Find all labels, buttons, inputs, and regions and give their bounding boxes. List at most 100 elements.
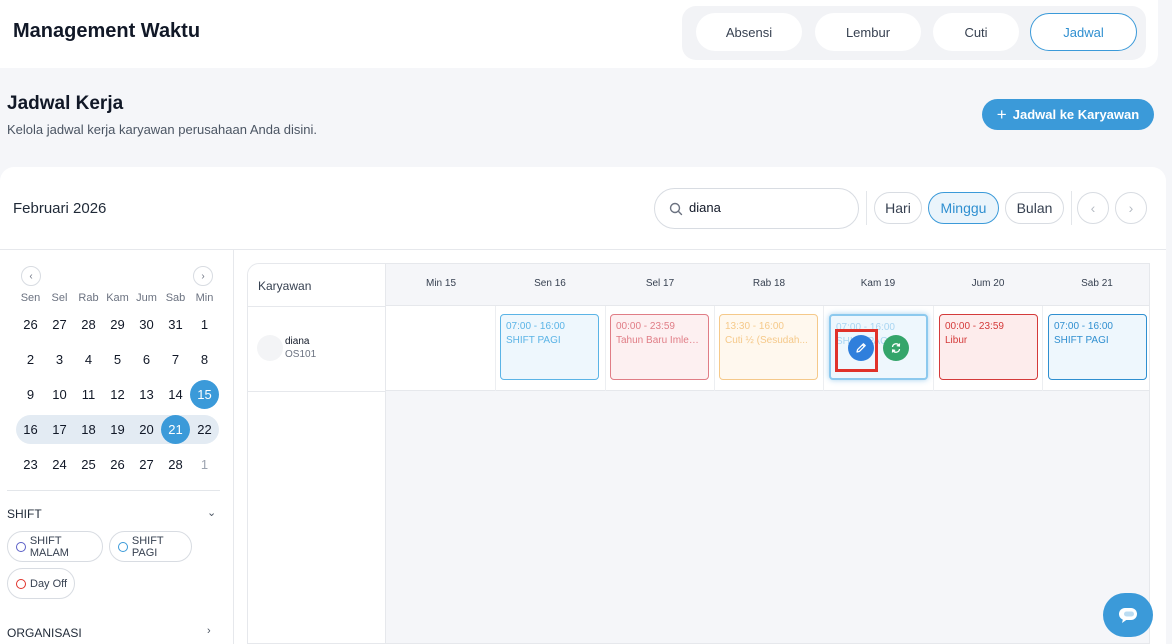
mini-cal-day[interactable]: 28 — [74, 310, 103, 339]
chevron-left-icon: ‹ — [1090, 200, 1096, 216]
day-header: Rab 18 — [752, 278, 786, 289]
shift-name: Cuti ½ (Sesudah... — [725, 335, 808, 346]
mini-cal-day[interactable]: 6 — [132, 345, 161, 374]
mini-cal-day[interactable]: 24 — [45, 450, 74, 479]
mini-cal-next-button[interactable]: › — [193, 266, 213, 286]
mini-cal-day-selected-start[interactable]: 15 — [190, 380, 219, 409]
view-day-button[interactable]: Hari — [874, 192, 922, 224]
week-schedule-grid: Karyawan diana OS101 Min 15 Sen 16 Sel 1… — [247, 263, 1150, 644]
add-schedule-button[interactable]: + Jadwal ke Karyawan — [982, 99, 1154, 130]
mini-cal-day[interactable]: 12 — [103, 380, 132, 409]
mini-cal-day[interactable]: 28 — [161, 450, 190, 479]
mini-cal-week: 26 27 28 29 30 31 1 — [16, 310, 219, 339]
mini-cal-day[interactable]: 27 — [45, 310, 74, 339]
shift-card[interactable]: 00:00 - 23:59 Libur — [939, 314, 1038, 380]
mini-cal-day[interactable]: 16 — [16, 415, 45, 444]
mini-cal-day[interactable]: 22 — [190, 415, 219, 444]
swap-shift-button[interactable] — [883, 335, 909, 361]
chevron-down-icon[interactable]: ⌄ — [207, 506, 216, 519]
chip-label: SHIFT PAGI — [131, 534, 164, 559]
grid-line — [248, 306, 386, 307]
tab-cuti[interactable]: Cuti — [933, 13, 1019, 51]
circle-icon — [16, 578, 26, 589]
day-header: Sel 17 — [645, 278, 675, 289]
mini-cal-day[interactable]: 31 — [161, 310, 190, 339]
mini-cal-day-selected-end[interactable]: 21 — [161, 415, 190, 444]
employee-schedule-row: 07:00 - 16:00 SHIFT PAGI 00:00 - 23:59 T… — [386, 306, 1149, 391]
mini-cal-day[interactable]: 26 — [103, 450, 132, 479]
mini-cal-day[interactable]: 30 — [132, 310, 161, 339]
mini-cal-day[interactable]: 29 — [103, 310, 132, 339]
shift-card[interactable]: 07:00 - 16:00 SHIFT PAGI — [1048, 314, 1147, 380]
view-month-button[interactable]: Bulan — [1005, 192, 1064, 224]
mini-cal-day[interactable]: 14 — [161, 380, 190, 409]
schedule-card: Februari 2026 Hari Minggu Bulan ‹ › ‹ › … — [0, 167, 1166, 644]
shift-chip-pagi[interactable]: SHIFT PAGI — [109, 531, 192, 562]
shift-name: SHIFT PAGI — [506, 335, 561, 346]
mini-cal-day[interactable]: 25 — [74, 450, 103, 479]
tab-jadwal[interactable]: Jadwal — [1030, 13, 1137, 51]
employee-name[interactable]: diana — [285, 336, 309, 347]
grid-line — [248, 391, 386, 392]
mini-cal-day[interactable]: 20 — [132, 415, 161, 444]
weekday-label: Sel — [51, 292, 68, 304]
mini-cal-week: 16 17 18 19 20 21 22 — [16, 415, 219, 444]
mini-cal-day[interactable]: 8 — [190, 345, 219, 374]
tab-absensi[interactable]: Absensi — [696, 13, 802, 51]
mini-cal-day[interactable]: 2 — [16, 345, 45, 374]
day-header: Kam 19 — [860, 278, 896, 289]
day-header: Sen 16 — [534, 278, 566, 289]
mini-cal-week: 9 10 11 12 13 14 15 — [16, 380, 219, 409]
mini-cal-day[interactable]: 11 — [74, 380, 103, 409]
search-icon — [669, 202, 683, 216]
weekday-label: Kam — [106, 292, 129, 304]
mini-cal-prev-button[interactable]: ‹ — [21, 266, 41, 286]
mini-cal-day[interactable]: 19 — [103, 415, 132, 444]
mini-cal-day[interactable]: 13 — [132, 380, 161, 409]
mini-cal-day[interactable]: 17 — [45, 415, 74, 444]
sidebar-divider — [7, 490, 220, 491]
shift-chip-malam[interactable]: SHIFT MALAM — [7, 531, 103, 562]
chat-support-button[interactable] — [1103, 593, 1153, 637]
shift-time: 00:00 - 23:59 — [616, 321, 675, 332]
shift-card[interactable]: 07:00 - 16:00 SHIFT PAGI — [500, 314, 599, 380]
mini-cal-day[interactable]: 5 — [103, 345, 132, 374]
page-subtitle: Kelola jadwal kerja karyawan perusahaan … — [7, 122, 318, 137]
weekday-label: Min — [195, 292, 214, 304]
prev-week-button[interactable]: ‹ — [1077, 192, 1109, 224]
shift-filter-label[interactable]: SHIFT — [7, 507, 42, 521]
circle-icon — [16, 541, 26, 552]
grid-line — [495, 306, 496, 391]
next-week-button[interactable]: › — [1115, 192, 1147, 224]
search-input[interactable] — [689, 200, 849, 215]
mini-cal-day[interactable]: 4 — [74, 345, 103, 374]
organisasi-filter-label[interactable]: ORGANISASI — [7, 626, 82, 640]
mini-cal-day[interactable]: 3 — [45, 345, 74, 374]
tab-lembur[interactable]: Lembur — [815, 13, 921, 51]
mini-cal-day[interactable]: 18 — [74, 415, 103, 444]
view-week-button[interactable]: Minggu — [928, 192, 999, 224]
chip-label: SHIFT MALAM — [29, 534, 69, 559]
shift-chip-day-off[interactable]: Day Off — [7, 568, 75, 599]
toolbar-divider — [1071, 191, 1072, 225]
mini-cal-day[interactable]: 27 — [132, 450, 161, 479]
employee-code: OS101 — [285, 349, 317, 360]
weekday-label: Jum — [136, 292, 157, 304]
mini-cal-day[interactable]: 1 — [190, 310, 219, 339]
shift-card[interactable]: 00:00 - 23:59 Tahun Baru Imlek ... — [610, 314, 709, 380]
add-schedule-label: Jadwal ke Karyawan — [1012, 107, 1140, 122]
mini-cal-day[interactable]: 7 — [161, 345, 190, 374]
sidebar: ‹ › Sen Sel Rab Kam Jum Sab Min 26 27 28… — [0, 250, 234, 644]
toolbar-divider — [866, 191, 867, 225]
mini-cal-day[interactable]: 26 — [16, 310, 45, 339]
shift-card[interactable]: 13:30 - 16:00 Cuti ½ (Sesudah... — [719, 314, 818, 380]
mini-cal-day[interactable]: 9 — [16, 380, 45, 409]
mini-cal-day[interactable]: 1 — [190, 450, 219, 479]
day-header: Min 15 — [425, 278, 456, 289]
shift-name: Tahun Baru Imlek ... — [616, 335, 703, 346]
mini-cal-day[interactable]: 10 — [45, 380, 74, 409]
search-box[interactable] — [654, 188, 859, 229]
chevron-right-icon[interactable]: › — [207, 625, 211, 637]
weekday-label: Sab — [165, 292, 186, 304]
mini-cal-day[interactable]: 23 — [16, 450, 45, 479]
